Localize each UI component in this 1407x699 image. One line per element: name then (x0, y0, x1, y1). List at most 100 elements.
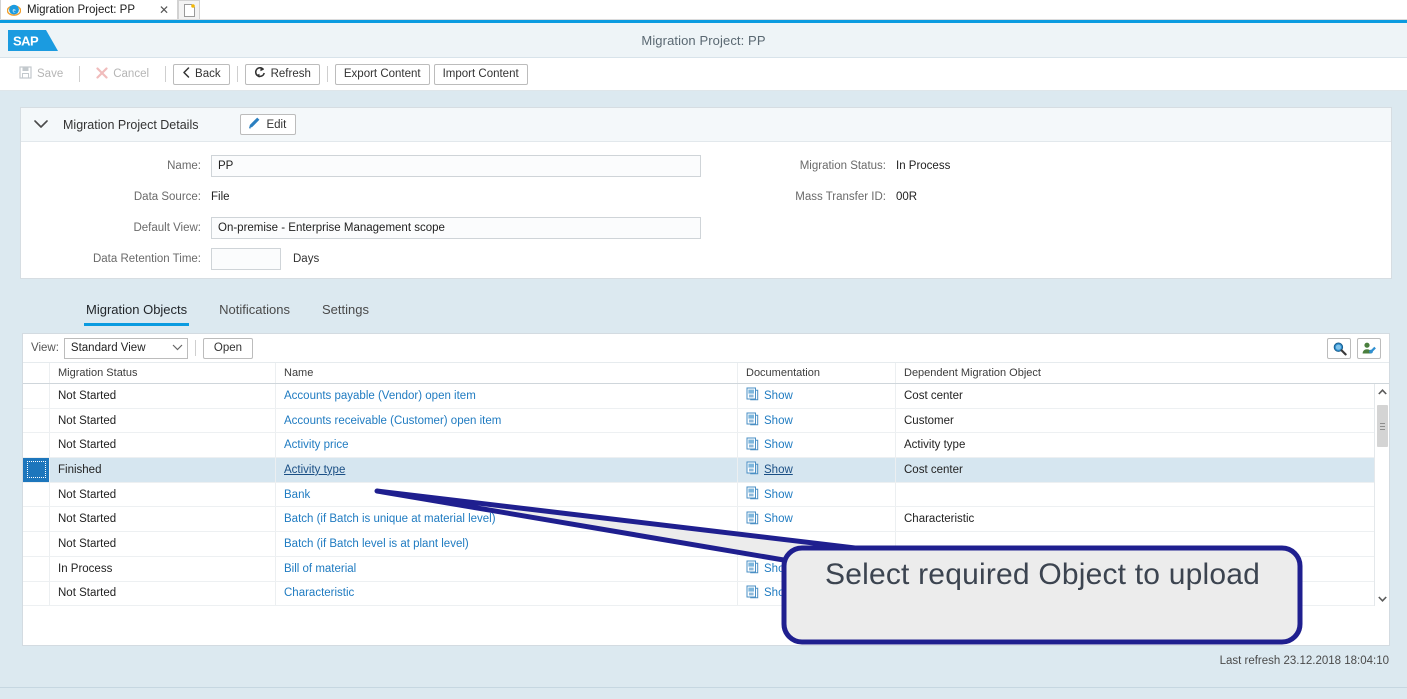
cell-name[interactable]: Batch (if Batch level is at plant level) (276, 532, 738, 556)
table-row[interactable]: Not StartedBankShow (23, 483, 1389, 508)
close-icon[interactable]: ✕ (157, 4, 171, 16)
table-row[interactable]: Not StartedAccounts payable (Vendor) ope… (23, 384, 1389, 409)
migration-objects-table-card: View: Standard View Open (22, 333, 1390, 646)
refresh-button[interactable]: Refresh (245, 64, 320, 85)
cell-name[interactable]: Batch (if Batch is unique at material le… (276, 507, 738, 531)
table-row[interactable]: Not StartedBatch (if Batch is unique at … (23, 507, 1389, 532)
migration-object-link[interactable]: Bill of material (284, 563, 356, 575)
scroll-down-icon[interactable] (1378, 591, 1387, 606)
grid-header-row: Migration Status Name Documentation Depe… (23, 363, 1389, 384)
tab-settings[interactable]: Settings (306, 302, 385, 326)
field-default-view-label: Default View: (21, 222, 211, 234)
table-row[interactable]: FinishedActivity typeShowCost center (23, 458, 1389, 483)
browser-tabbar: e Migration Project: PP ✕ (0, 0, 1407, 20)
cell-documentation[interactable]: Show (738, 409, 896, 433)
migration-object-link[interactable]: Characteristic (284, 587, 354, 599)
save-label: Save (37, 68, 63, 80)
grid-header-documentation[interactable]: Documentation (738, 363, 896, 383)
default-view-field[interactable]: On-premise - Enterprise Management scope (211, 217, 701, 239)
row-select-cell[interactable] (23, 557, 50, 581)
table-row[interactable]: In ProcessBill of materialShowMaterial (23, 557, 1389, 582)
tab-migration-objects[interactable]: Migration Objects (70, 302, 203, 326)
import-content-label: Import Content (443, 68, 519, 80)
row-select-cell[interactable] (23, 433, 50, 457)
documentation-link[interactable]: Show (746, 560, 793, 577)
migration-object-link[interactable]: Batch (if Batch level is at plant level) (284, 538, 469, 550)
grid-header-migration-status[interactable]: Migration Status (50, 363, 276, 383)
cell-name[interactable]: Bill of material (276, 557, 738, 581)
chevron-down-icon[interactable] (33, 117, 49, 133)
documentation-link[interactable]: Show (746, 511, 793, 528)
view-select[interactable]: Standard View (64, 338, 188, 359)
cell-dependent-object (896, 483, 1389, 507)
search-icon[interactable] (1327, 338, 1351, 359)
export-content-button[interactable]: Export Content (335, 64, 430, 85)
documentation-link[interactable]: Show (746, 387, 793, 404)
documentation-link[interactable]: Show (746, 412, 793, 429)
row-select-cell[interactable] (23, 409, 50, 433)
edit-button[interactable]: Edit (240, 114, 296, 135)
back-button[interactable]: Back (173, 64, 230, 85)
cell-name[interactable]: Accounts receivable (Customer) open item (276, 409, 738, 433)
app-root: e Migration Project: PP ✕ SAP Migration … (0, 0, 1407, 699)
table-row[interactable]: Not StartedAccounts receivable (Customer… (23, 409, 1389, 434)
name-field[interactable]: PP (211, 155, 701, 177)
migration-object-link[interactable]: Accounts payable (Vendor) open item (284, 390, 476, 402)
row-select-cell[interactable] (23, 507, 50, 531)
table-row[interactable]: Not StartedBatch (if Batch level is at p… (23, 532, 1389, 557)
documentation-link[interactable]: Show (746, 585, 793, 602)
row-select-cell[interactable] (23, 384, 50, 408)
last-refresh-text: Last refresh 23.12.2018 18:04:10 (1220, 655, 1389, 667)
cancel-button[interactable]: Cancel (87, 64, 158, 85)
scrollbar-track[interactable] (1375, 399, 1390, 591)
cell-documentation[interactable]: Show (738, 483, 896, 507)
table-row[interactable]: Not StartedCharacteristicShow (23, 582, 1389, 607)
save-button[interactable]: Save (10, 64, 72, 85)
scroll-up-icon[interactable] (1378, 384, 1387, 399)
table-row[interactable]: Not StartedActivity priceShowActivity ty… (23, 433, 1389, 458)
field-mass-transfer-id-label: Mass Transfer ID: (761, 191, 896, 203)
import-content-button[interactable]: Import Content (434, 64, 528, 85)
scrollbar-thumb[interactable] (1377, 405, 1388, 447)
cell-name[interactable]: Activity type (276, 458, 738, 482)
migration-object-link[interactable]: Accounts receivable (Customer) open item (284, 415, 501, 427)
cell-documentation[interactable]: Show (738, 433, 896, 457)
cell-documentation[interactable]: Show (738, 507, 896, 531)
cell-documentation[interactable]: Show (738, 384, 896, 408)
grid-header-dependent-object[interactable]: Dependent Migration Object (896, 363, 1389, 383)
cell-name[interactable]: Accounts payable (Vendor) open item (276, 384, 738, 408)
migration-object-link[interactable]: Activity price (284, 439, 349, 451)
tab-notifications[interactable]: Notifications (203, 302, 306, 326)
grid-header-name[interactable]: Name (276, 363, 738, 383)
migration-project-details-panel: Migration Project Details Edit Name: PP (20, 107, 1392, 279)
documentation-link[interactable]: Show (746, 437, 793, 454)
cell-documentation[interactable]: Show (738, 532, 896, 556)
cell-documentation[interactable]: Show (738, 582, 896, 606)
row-select-cell[interactable] (23, 532, 50, 556)
cell-documentation[interactable]: Show (738, 557, 896, 581)
migration-object-link[interactable]: Batch (if Batch is unique at material le… (284, 513, 496, 525)
documentation-link[interactable]: Show (746, 486, 793, 503)
documentation-link-label: Show (764, 439, 793, 451)
migration-object-link[interactable]: Bank (284, 489, 310, 501)
new-tab-icon[interactable] (178, 0, 200, 19)
browser-tab[interactable]: e Migration Project: PP ✕ (0, 0, 178, 19)
row-select-cell[interactable] (23, 582, 50, 606)
documentation-link[interactable]: Show (746, 535, 793, 552)
cell-name[interactable]: Bank (276, 483, 738, 507)
document-icon (746, 535, 759, 552)
personalize-icon[interactable] (1357, 338, 1381, 359)
cell-migration-status: Not Started (50, 433, 276, 457)
data-retention-field[interactable] (211, 248, 281, 270)
cell-documentation[interactable]: Show (738, 458, 896, 482)
row-select-cell[interactable] (23, 458, 50, 482)
row-select-cell[interactable] (23, 483, 50, 507)
documentation-link[interactable]: Show (746, 461, 793, 478)
cell-name[interactable]: Characteristic (276, 582, 738, 606)
cell-dependent-object (896, 532, 1389, 556)
migration-object-link[interactable]: Activity type (284, 464, 345, 476)
toolbar-separator (195, 340, 196, 356)
open-button[interactable]: Open (203, 338, 253, 359)
cell-name[interactable]: Activity price (276, 433, 738, 457)
grid-vertical-scrollbar[interactable] (1374, 384, 1389, 606)
